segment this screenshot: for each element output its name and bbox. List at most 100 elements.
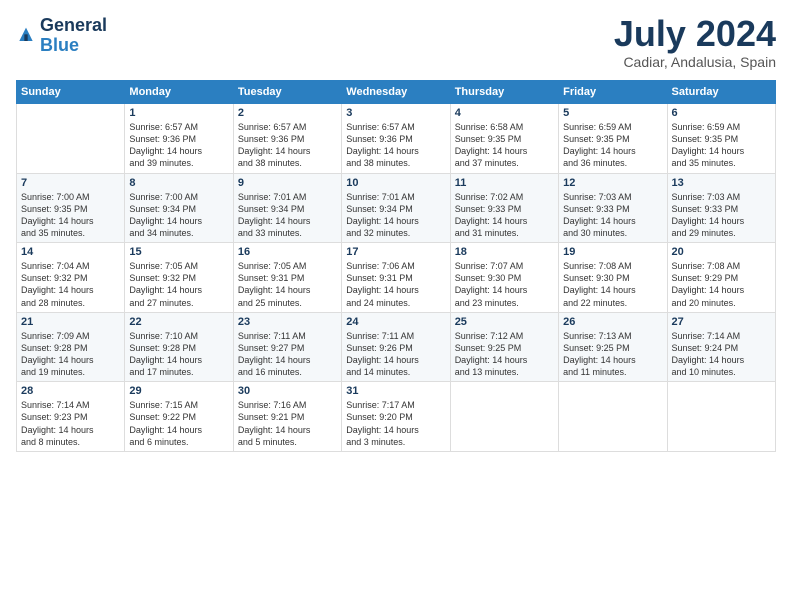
day-info: Sunrise: 7:12 AMSunset: 9:25 PMDaylight:… [455, 330, 554, 379]
calendar-cell: 3 Sunrise: 6:57 AMSunset: 9:36 PMDaylight… [342, 104, 450, 174]
weekday-header-row: SundayMondayTuesdayWednesdayThursdayFrid… [17, 81, 776, 104]
calendar-cell: 12 Sunrise: 7:03 AMSunset: 9:33 PMDayligh… [559, 173, 667, 243]
title-area: July 2024 Cadiar, Andalusia, Spain [614, 16, 776, 70]
day-info: Sunrise: 6:58 AMSunset: 9:35 PMDaylight:… [455, 121, 554, 170]
calendar-cell [559, 382, 667, 452]
calendar-cell: 21 Sunrise: 7:09 AMSunset: 9:28 PMDayligh… [17, 312, 125, 382]
day-number: 17 [346, 246, 445, 258]
location: Cadiar, Andalusia, Spain [614, 54, 776, 70]
day-number: 12 [563, 177, 662, 189]
calendar-cell: 31 Sunrise: 7:17 AMSunset: 9:20 PMDayligh… [342, 382, 450, 452]
calendar-cell: 28Sunrise: 7:14 AMSunset: 9:23 PMDayligh… [17, 382, 125, 452]
calendar-week-row: 7 Sunrise: 7:00 AMSunset: 9:35 PMDaylight… [17, 173, 776, 243]
day-info: Sunrise: 7:17 AMSunset: 9:20 PMDaylight:… [346, 399, 445, 448]
weekday-header: Thursday [450, 81, 558, 104]
day-info: Sunrise: 6:59 AMSunset: 9:35 PMDaylight:… [563, 121, 662, 170]
weekday-header: Saturday [667, 81, 775, 104]
day-number: 23 [238, 316, 337, 328]
day-info: Sunrise: 7:06 AMSunset: 9:31 PMDaylight:… [346, 260, 445, 309]
calendar-table: SundayMondayTuesdayWednesdayThursdayFrid… [16, 80, 776, 452]
calendar-cell: 30 Sunrise: 7:16 AMSunset: 9:21 PMDayligh… [233, 382, 341, 452]
day-info: Sunrise: 7:15 AMSunset: 9:22 PMDaylight:… [129, 399, 228, 448]
day-info: Sunrise: 7:10 AMSunset: 9:28 PMDaylight:… [129, 330, 228, 379]
day-info: Sunrise: 6:57 AMSunset: 9:36 PMDaylight:… [346, 121, 445, 170]
calendar-cell: 14Sunrise: 7:04 AMSunset: 9:32 PMDayligh… [17, 243, 125, 313]
day-number: 25 [455, 316, 554, 328]
day-info: Sunrise: 6:57 AMSunset: 9:36 PMDaylight:… [238, 121, 337, 170]
day-number: 8 [129, 177, 228, 189]
day-info: Sunrise: 7:03 AMSunset: 9:33 PMDaylight:… [563, 191, 662, 240]
weekday-header: Sunday [17, 81, 125, 104]
day-info: Sunrise: 7:16 AMSunset: 9:21 PMDaylight:… [238, 399, 337, 448]
logo-icon [16, 26, 36, 46]
calendar-cell: 5 Sunrise: 6:59 AMSunset: 9:35 PMDaylight… [559, 104, 667, 174]
calendar-cell: 24 Sunrise: 7:11 AMSunset: 9:26 PMDayligh… [342, 312, 450, 382]
day-number: 11 [455, 177, 554, 189]
day-info: Sunrise: 7:08 AMSunset: 9:30 PMDaylight:… [563, 260, 662, 309]
day-number: 3 [346, 107, 445, 119]
calendar-cell: 18Sunrise: 7:07 AMSunset: 9:30 PMDayligh… [450, 243, 558, 313]
day-info: Sunrise: 7:13 AMSunset: 9:25 PMDaylight:… [563, 330, 662, 379]
calendar-cell: 4 Sunrise: 6:58 AMSunset: 9:35 PMDaylight… [450, 104, 558, 174]
calendar-cell: 7 Sunrise: 7:00 AMSunset: 9:35 PMDaylight… [17, 173, 125, 243]
day-number: 21 [21, 316, 120, 328]
calendar-cell: 23 Sunrise: 7:11 AMSunset: 9:27 PMDayligh… [233, 312, 341, 382]
calendar-cell: 27 Sunrise: 7:14 AMSunset: 9:24 PMDayligh… [667, 312, 775, 382]
day-number: 2 [238, 107, 337, 119]
day-info: Sunrise: 6:59 AMSunset: 9:35 PMDaylight:… [672, 121, 771, 170]
calendar-cell: 1Sunrise: 6:57 AMSunset: 9:36 PMDaylight… [125, 104, 233, 174]
calendar-cell: 19Sunrise: 7:08 AMSunset: 9:30 PMDayligh… [559, 243, 667, 313]
day-number: 6 [672, 107, 771, 119]
day-number: 5 [563, 107, 662, 119]
day-number: 29 [129, 385, 228, 397]
day-info: Sunrise: 7:11 AMSunset: 9:27 PMDaylight:… [238, 330, 337, 379]
logo: General Blue [16, 16, 107, 56]
logo-line2: Blue [40, 36, 107, 56]
day-info: Sunrise: 7:14 AMSunset: 9:24 PMDaylight:… [672, 330, 771, 379]
calendar-week-row: 28Sunrise: 7:14 AMSunset: 9:23 PMDayligh… [17, 382, 776, 452]
calendar-cell: 6 Sunrise: 6:59 AMSunset: 9:35 PMDaylight… [667, 104, 775, 174]
day-number: 31 [346, 385, 445, 397]
day-info: Sunrise: 7:09 AMSunset: 9:28 PMDaylight:… [21, 330, 120, 379]
day-info: Sunrise: 7:14 AMSunset: 9:23 PMDaylight:… [21, 399, 120, 448]
day-info: Sunrise: 7:01 AMSunset: 9:34 PMDaylight:… [346, 191, 445, 240]
day-number: 4 [455, 107, 554, 119]
calendar-cell: 11 Sunrise: 7:02 AMSunset: 9:33 PMDayligh… [450, 173, 558, 243]
day-info: Sunrise: 7:11 AMSunset: 9:26 PMDaylight:… [346, 330, 445, 379]
day-number: 14 [21, 246, 120, 258]
day-number: 27 [672, 316, 771, 328]
calendar-cell: 13Sunrise: 7:03 AMSunset: 9:33 PMDayligh… [667, 173, 775, 243]
page-container: General Blue July 2024 Cadiar, Andalusia… [0, 0, 792, 460]
day-number: 1 [129, 107, 228, 119]
calendar-cell [450, 382, 558, 452]
month-title: July 2024 [614, 16, 776, 52]
weekday-header: Wednesday [342, 81, 450, 104]
calendar-cell: 8Sunrise: 7:00 AMSunset: 9:34 PMDaylight… [125, 173, 233, 243]
calendar-cell: 2 Sunrise: 6:57 AMSunset: 9:36 PMDaylight… [233, 104, 341, 174]
calendar-cell: 20 Sunrise: 7:08 AMSunset: 9:29 PMDayligh… [667, 243, 775, 313]
day-number: 7 [21, 177, 120, 189]
calendar-cell: 15Sunrise: 7:05 AMSunset: 9:32 PMDayligh… [125, 243, 233, 313]
day-info: Sunrise: 7:02 AMSunset: 9:33 PMDaylight:… [455, 191, 554, 240]
calendar-cell: 9Sunrise: 7:01 AMSunset: 9:34 PMDaylight… [233, 173, 341, 243]
day-number: 24 [346, 316, 445, 328]
day-info: Sunrise: 7:03 AMSunset: 9:33 PMDaylight:… [672, 191, 771, 240]
header: General Blue July 2024 Cadiar, Andalusia… [16, 16, 776, 70]
day-number: 22 [129, 316, 228, 328]
calendar-cell: 16Sunrise: 7:05 AMSunset: 9:31 PMDayligh… [233, 243, 341, 313]
logo-text: General Blue [40, 16, 107, 56]
calendar-cell: 17 Sunrise: 7:06 AMSunset: 9:31 PMDayligh… [342, 243, 450, 313]
calendar-cell: 10Sunrise: 7:01 AMSunset: 9:34 PMDayligh… [342, 173, 450, 243]
day-info: Sunrise: 7:07 AMSunset: 9:30 PMDaylight:… [455, 260, 554, 309]
calendar-cell [667, 382, 775, 452]
day-info: Sunrise: 7:00 AMSunset: 9:35 PMDaylight:… [21, 191, 120, 240]
day-number: 20 [672, 246, 771, 258]
day-info: Sunrise: 7:08 AMSunset: 9:29 PMDaylight:… [672, 260, 771, 309]
weekday-header: Tuesday [233, 81, 341, 104]
calendar-cell: 26 Sunrise: 7:13 AMSunset: 9:25 PMDayligh… [559, 312, 667, 382]
calendar-week-row: 1 Sunrise: 6:57 AMSunset: 9:36 PMDaylight… [17, 104, 776, 174]
calendar-week-row: 21 Sunrise: 7:09 AMSunset: 9:28 PMDayligh… [17, 312, 776, 382]
day-number: 26 [563, 316, 662, 328]
day-number: 30 [238, 385, 337, 397]
calendar-cell: 29 Sunrise: 7:15 AMSunset: 9:22 PMDayligh… [125, 382, 233, 452]
